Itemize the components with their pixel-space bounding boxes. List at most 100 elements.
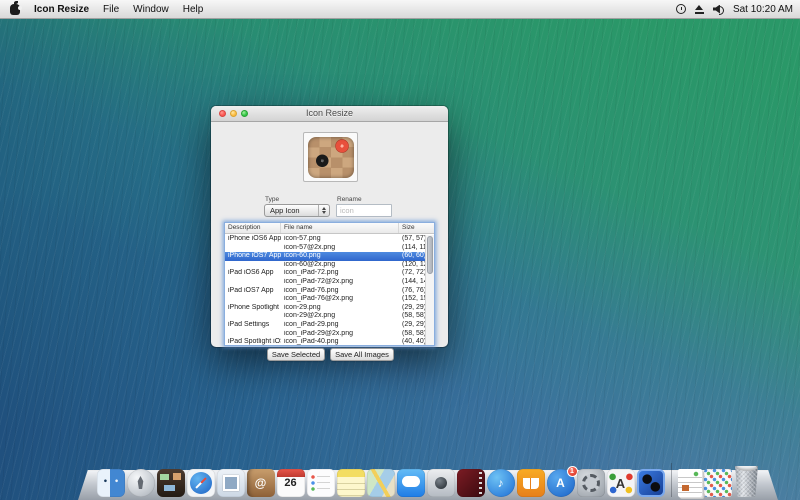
- icon-preview-well[interactable]: [303, 132, 358, 182]
- table-row[interactable]: iPhone iOS7 Appicon-60.png(60, 60): [225, 252, 425, 261]
- eject-icon[interactable]: [695, 5, 704, 14]
- dock-icon-maps[interactable]: [367, 469, 395, 497]
- dock-icon-ibooks[interactable]: [517, 469, 545, 497]
- dock-icon-calendar[interactable]: 26: [277, 469, 305, 497]
- table-row[interactable]: icon_iPad-72@2x.png(144, 144): [225, 278, 425, 287]
- window-content: Type App Icon Rename Description File na…: [211, 122, 448, 347]
- table-row[interactable]: iPhone Spotlight i...icon-29.png(29, 29): [225, 304, 425, 313]
- dock-icon-facetime[interactable]: [427, 469, 455, 497]
- dock-icon-itunes[interactable]: ♪: [487, 469, 515, 497]
- dock-icon-documents-stack[interactable]: [678, 469, 702, 497]
- app-store-badge: 1: [567, 466, 578, 477]
- type-popup-button[interactable]: App Icon: [264, 204, 330, 217]
- calendar-day: 26: [277, 478, 305, 489]
- save-all-images-button[interactable]: Save All Images: [330, 348, 394, 361]
- dock-icons: @26 ♪ A1 A: [78, 463, 778, 497]
- save-selected-button[interactable]: Save Selected: [267, 348, 325, 361]
- cell-description: iPad Settings: [225, 321, 281, 330]
- menu-bar-status: Sat 10:20 AM: [676, 4, 800, 15]
- table-row[interactable]: iPad iOS6 Appicon_iPad-72.png(72, 72): [225, 269, 425, 278]
- table-row[interactable]: icon_iPad-76@2x.png(152, 152): [225, 295, 425, 304]
- dock-icon-applications-stack[interactable]: [704, 469, 732, 497]
- table-row[interactable]: icon-29@2x.png(58, 58): [225, 312, 425, 321]
- table-row[interactable]: iPad Spotlight iOS 7icon_iPad-40.png(40,…: [225, 338, 425, 346]
- volume-icon[interactable]: [713, 5, 724, 14]
- column-file-name[interactable]: File name: [281, 223, 399, 233]
- column-size[interactable]: Size: [399, 223, 434, 233]
- cell-description: [225, 244, 281, 253]
- dock-icon-trash[interactable]: [734, 466, 760, 497]
- rename-input[interactable]: [336, 204, 392, 217]
- cell-file_name: icon_iPad-29.png: [281, 321, 399, 330]
- cell-size: (114, 114): [399, 244, 425, 253]
- desktop: Icon Resize File Window Help Sat 10:20 A…: [0, 0, 800, 500]
- dock-icon-notes[interactable]: [337, 469, 365, 497]
- cell-description: iPhone iOS7 App: [225, 252, 281, 261]
- cell-file_name: icon-60@2x.png: [281, 261, 399, 270]
- checkers-app-icon: [308, 137, 354, 178]
- cell-file_name: icon-60.png: [281, 252, 399, 261]
- icon-size-table[interactable]: Description File name Size iPhone iOS6 A…: [224, 222, 435, 346]
- clock-icon[interactable]: [676, 4, 686, 14]
- dock-icon-system-preferences[interactable]: [577, 469, 605, 497]
- cell-file_name: icon_iPad-29@2x.png: [281, 330, 399, 339]
- cell-description: [225, 330, 281, 339]
- close-button[interactable]: [219, 110, 226, 117]
- table-row[interactable]: icon_iPad-29@2x.png(58, 58): [225, 330, 425, 339]
- menu-file[interactable]: File: [103, 4, 119, 15]
- dock-separator: [671, 463, 672, 497]
- dock-icon-launchpad[interactable]: [127, 469, 155, 497]
- dock-icon-messages[interactable]: [397, 469, 425, 497]
- dock-icon-reminders[interactable]: [307, 469, 335, 497]
- cell-size: (29, 29): [399, 321, 425, 330]
- menu-clock[interactable]: Sat 10:20 AM: [733, 4, 793, 15]
- rename-label: Rename: [337, 196, 362, 203]
- cell-size: (60, 60): [399, 252, 425, 261]
- dock-icon-checkers-app[interactable]: [637, 469, 665, 497]
- table-header: Description File name Size: [225, 223, 434, 234]
- dock-icon-mission-control[interactable]: [157, 469, 185, 497]
- menu-app-name[interactable]: Icon Resize: [34, 4, 89, 15]
- apple-menu-icon[interactable]: [10, 4, 20, 15]
- cell-description: iPad iOS6 App: [225, 269, 281, 278]
- cell-size: (152, 152): [399, 295, 425, 304]
- dock-icon-finder[interactable]: [97, 469, 125, 497]
- dock-icon-contacts[interactable]: @: [247, 469, 275, 497]
- cell-file_name: icon_iPad-72@2x.png: [281, 278, 399, 287]
- column-description[interactable]: Description: [225, 223, 281, 233]
- itunes-glyph: ♪: [487, 469, 515, 497]
- cell-description: iPhone iOS6 App: [225, 235, 281, 244]
- table-row[interactable]: icon-57@2x.png(114, 114): [225, 244, 425, 253]
- dock-icon-app-store[interactable]: A1: [547, 469, 575, 497]
- cell-file_name: icon_iPad-72.png: [281, 269, 399, 278]
- cell-size: (58, 58): [399, 312, 425, 321]
- menu-window[interactable]: Window: [133, 4, 169, 15]
- cell-file_name: icon-57@2x.png: [281, 244, 399, 253]
- menu-help[interactable]: Help: [183, 4, 204, 15]
- letter-a-app-glyph: A: [607, 469, 635, 497]
- dock-icon-safari[interactable]: [187, 469, 215, 497]
- dock-icon-letter-a-app[interactable]: A: [607, 469, 635, 497]
- zoom-button[interactable]: [241, 110, 248, 117]
- cell-description: [225, 261, 281, 270]
- popup-arrows-icon: [318, 205, 329, 216]
- type-label: Type: [265, 196, 279, 203]
- cell-description: [225, 312, 281, 321]
- dock-icon-mail[interactable]: [217, 469, 245, 497]
- cell-description: iPhone Spotlight i...: [225, 304, 281, 313]
- type-popup-value: App Icon: [270, 206, 300, 215]
- scrollbar-thumb[interactable]: [427, 236, 433, 274]
- table-row[interactable]: iPad iOS7 Appicon_iPad-76.png(76, 76): [225, 287, 425, 296]
- table-row[interactable]: iPad Settingsicon_iPad-29.png(29, 29): [225, 321, 425, 330]
- cell-file_name: icon_iPad-76@2x.png: [281, 295, 399, 304]
- minimize-button[interactable]: [230, 110, 237, 117]
- table-scrollbar[interactable]: [425, 235, 434, 345]
- dock-icon-imovie[interactable]: [457, 469, 485, 497]
- table-row[interactable]: iPhone iOS6 Appicon-57.png(57, 57): [225, 235, 425, 244]
- table-body: iPhone iOS6 Appicon-57.png(57, 57)icon-5…: [225, 235, 425, 345]
- table-row[interactable]: icon-60@2x.png(120, 120): [225, 261, 425, 270]
- window-titlebar[interactable]: Icon Resize: [211, 106, 448, 122]
- traffic-lights: [219, 110, 248, 117]
- icon-resize-window: Icon Resize Type App Icon Rename Descrip…: [211, 106, 448, 347]
- menu-bar: Icon Resize File Window Help Sat 10:20 A…: [0, 0, 800, 19]
